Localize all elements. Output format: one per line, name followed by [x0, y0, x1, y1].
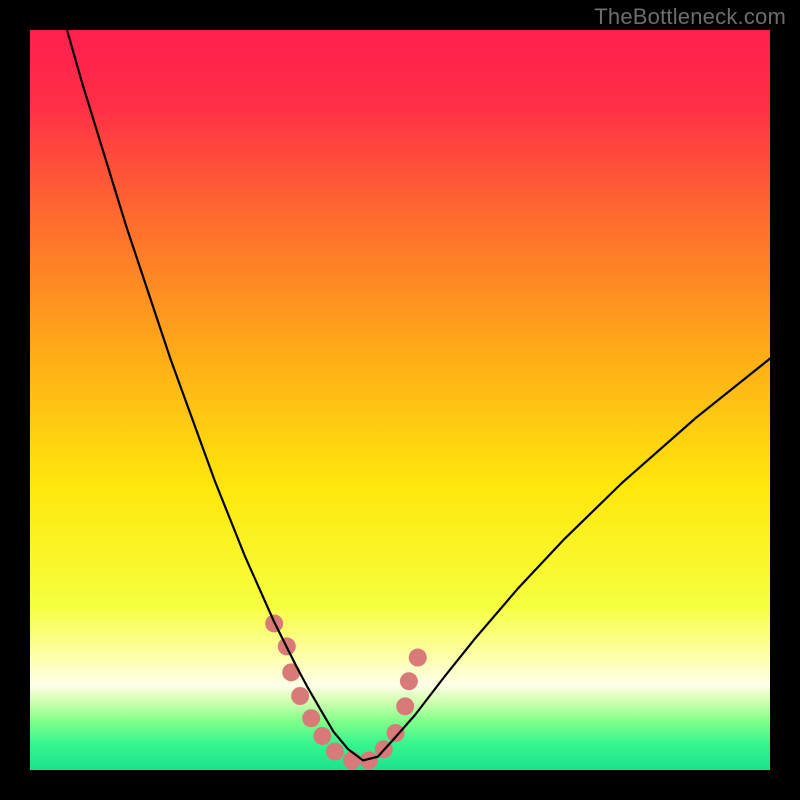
plot-area	[30, 30, 770, 770]
watermark-label: TheBottleneck.com	[594, 4, 786, 30]
highlight-dot	[396, 697, 414, 715]
highlight-dot	[400, 672, 418, 690]
highlight-dot	[387, 724, 405, 742]
gradient-background	[30, 30, 770, 770]
highlight-dot	[291, 687, 309, 705]
chart-frame: TheBottleneck.com	[0, 0, 800, 800]
highlight-dot	[409, 649, 427, 667]
highlight-dot	[282, 663, 300, 681]
highlight-dot	[302, 709, 320, 727]
highlight-dot	[326, 743, 344, 761]
chart-svg	[30, 30, 770, 770]
highlight-dot	[313, 727, 331, 745]
highlight-dot	[343, 751, 361, 769]
